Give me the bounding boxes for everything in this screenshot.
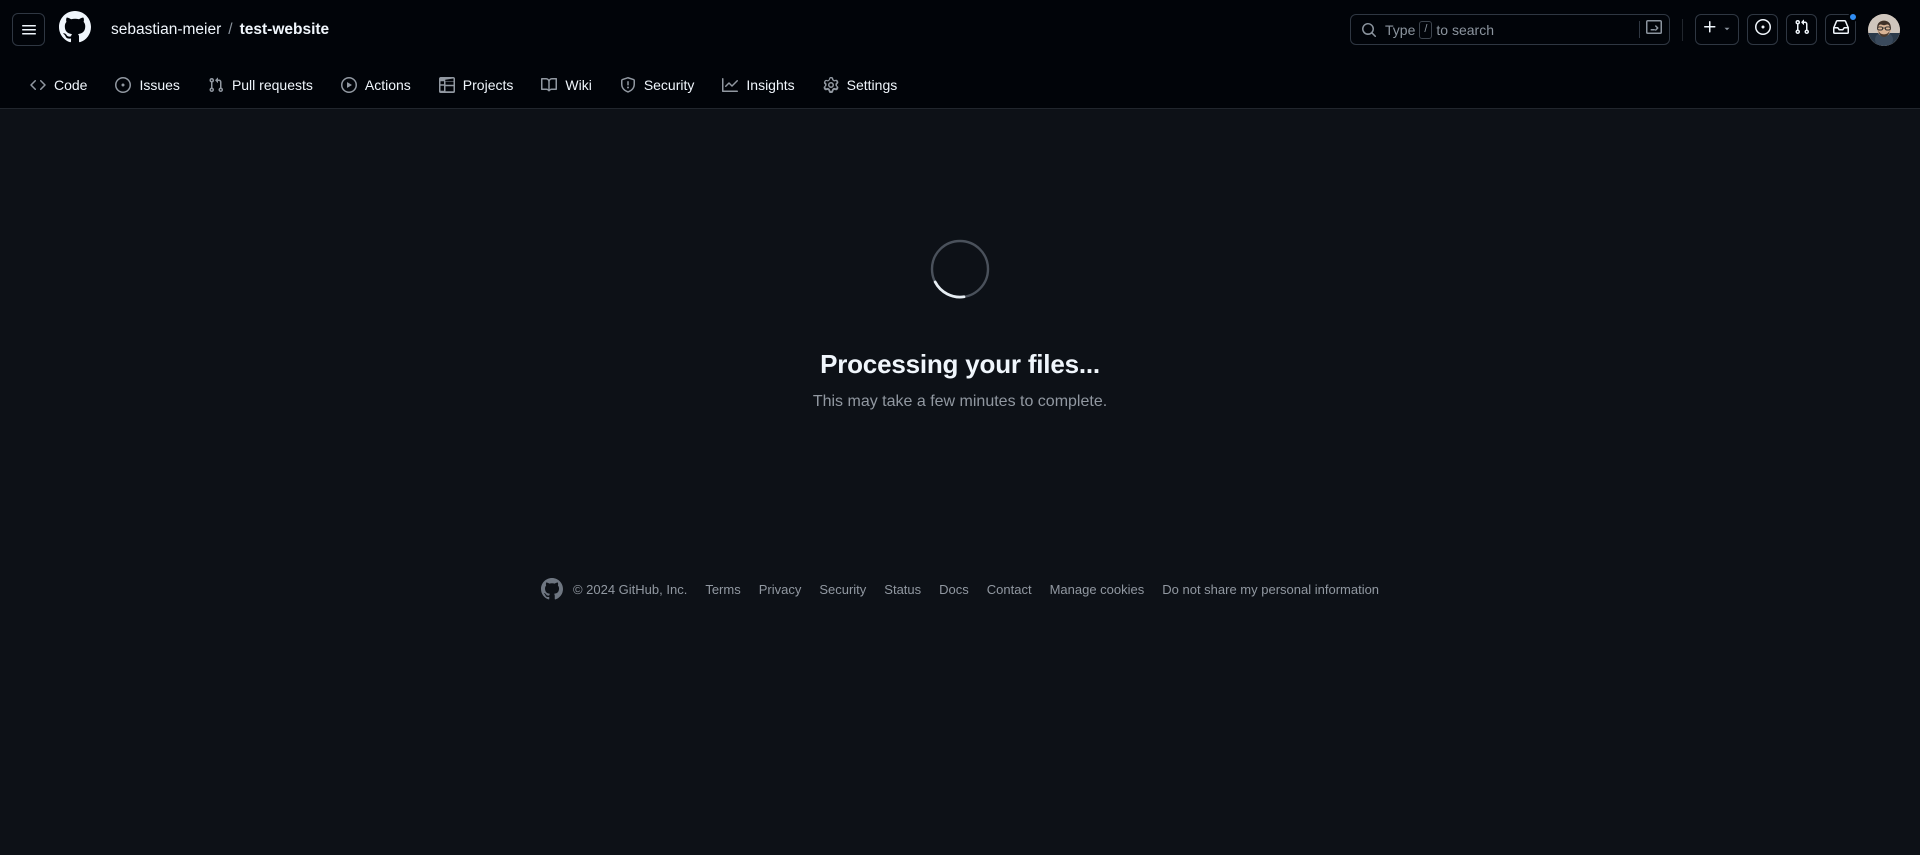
app-header: sebastian-meier / test-website Type / to… bbox=[0, 0, 1920, 59]
notifications-button[interactable] bbox=[1825, 12, 1858, 45]
nav-item-settings[interactable]: Settings bbox=[813, 70, 908, 100]
breadcrumb-repo[interactable]: test-website bbox=[240, 21, 330, 39]
nav-item-label: Projects bbox=[462, 77, 514, 93]
footer-link-privacy[interactable]: Privacy bbox=[759, 582, 802, 597]
footer-link-contact[interactable]: Contact bbox=[987, 582, 1032, 597]
search-icon bbox=[1361, 22, 1377, 38]
command-palette-button[interactable] bbox=[1633, 19, 1662, 40]
main-content: Processing your files... This may take a… bbox=[0, 109, 1920, 854]
create-new-button[interactable] bbox=[1695, 14, 1739, 45]
nav-item-label: Settings bbox=[846, 77, 898, 93]
footer-link-terms[interactable]: Terms bbox=[705, 582, 740, 597]
breadcrumb: sebastian-meier / test-website bbox=[111, 21, 329, 39]
footer-copyright: © 2024 GitHub, Inc. bbox=[572, 581, 688, 597]
loading-spinner bbox=[928, 237, 992, 301]
nav-item-pull-requests[interactable]: Pull requests bbox=[198, 70, 323, 100]
nav-item-code[interactable]: Code bbox=[20, 70, 97, 100]
footer-link-docs[interactable]: Docs bbox=[939, 582, 969, 597]
nav-item-label: Actions bbox=[364, 77, 411, 93]
hamburger-icon bbox=[21, 22, 37, 38]
plus-icon bbox=[1702, 19, 1718, 40]
page-subtitle: This may take a few minutes to complete. bbox=[812, 393, 1108, 410]
global-nav-menu-button[interactable] bbox=[12, 13, 45, 46]
breadcrumb-owner[interactable]: sebastian-meier bbox=[111, 21, 221, 39]
nav-item-label: Wiki bbox=[565, 77, 592, 93]
footer: © 2024 GitHub, Inc. Terms Privacy Securi… bbox=[0, 578, 1920, 600]
header-divider bbox=[1682, 18, 1683, 41]
footer-link-security[interactable]: Security bbox=[819, 582, 866, 597]
chevron-down-icon bbox=[1722, 21, 1732, 39]
graph-icon bbox=[722, 77, 739, 93]
nav-item-label: Insights bbox=[746, 77, 795, 93]
book-icon bbox=[541, 77, 558, 93]
issue-opened-icon bbox=[115, 77, 132, 93]
shield-icon bbox=[620, 77, 636, 93]
nav-item-label: Pull requests bbox=[231, 77, 313, 93]
git-pull-request-icon bbox=[208, 77, 224, 93]
issue-opened-icon bbox=[1754, 19, 1771, 40]
search-placeholder-suffix: to search bbox=[1436, 21, 1495, 38]
nav-item-label: Issues bbox=[139, 77, 180, 93]
inbox-icon bbox=[1832, 19, 1849, 40]
nav-item-wiki[interactable]: Wiki bbox=[531, 70, 601, 100]
git-pull-request-icon bbox=[1794, 19, 1810, 40]
github-mark-icon bbox=[59, 11, 91, 48]
nav-item-issues[interactable]: Issues bbox=[105, 70, 189, 100]
code-icon bbox=[30, 77, 46, 93]
table-icon bbox=[438, 77, 455, 93]
search-placeholder: Type / to search bbox=[1385, 20, 1495, 39]
page-title: Processing your files... bbox=[820, 349, 1100, 379]
footer-link-do-not-share[interactable]: Do not share my personal information bbox=[1162, 582, 1379, 597]
repository-nav: Code Issues Pull requests Actions Projec… bbox=[0, 59, 1920, 109]
notification-indicator-dot bbox=[1848, 12, 1858, 22]
nav-item-actions[interactable]: Actions bbox=[331, 70, 421, 100]
search-input[interactable]: Type / to search bbox=[1350, 14, 1670, 45]
your-pull-requests-button[interactable] bbox=[1786, 14, 1817, 45]
play-icon bbox=[340, 77, 357, 93]
nav-item-insights[interactable]: Insights bbox=[712, 70, 804, 100]
nav-item-security[interactable]: Security bbox=[610, 70, 705, 100]
github-logo-link[interactable] bbox=[59, 11, 91, 48]
search-slash-key: / bbox=[1419, 20, 1433, 39]
github-mark-icon bbox=[540, 578, 563, 600]
header-actions: Type / to search bbox=[1350, 12, 1900, 46]
search-divider bbox=[1639, 21, 1640, 38]
gear-icon bbox=[823, 77, 839, 93]
your-issues-button[interactable] bbox=[1747, 14, 1778, 45]
avatar[interactable] bbox=[1868, 13, 1900, 46]
search-placeholder-prefix: Type bbox=[1385, 21, 1416, 38]
terminal-icon bbox=[1646, 19, 1662, 40]
nav-item-projects[interactable]: Projects bbox=[429, 70, 524, 100]
footer-link-manage-cookies[interactable]: Manage cookies bbox=[1050, 582, 1145, 597]
footer-link-status[interactable]: Status bbox=[884, 582, 921, 597]
breadcrumb-separator: / bbox=[228, 20, 233, 38]
nav-item-label: Security bbox=[643, 77, 695, 93]
nav-item-label: Code bbox=[54, 77, 88, 93]
